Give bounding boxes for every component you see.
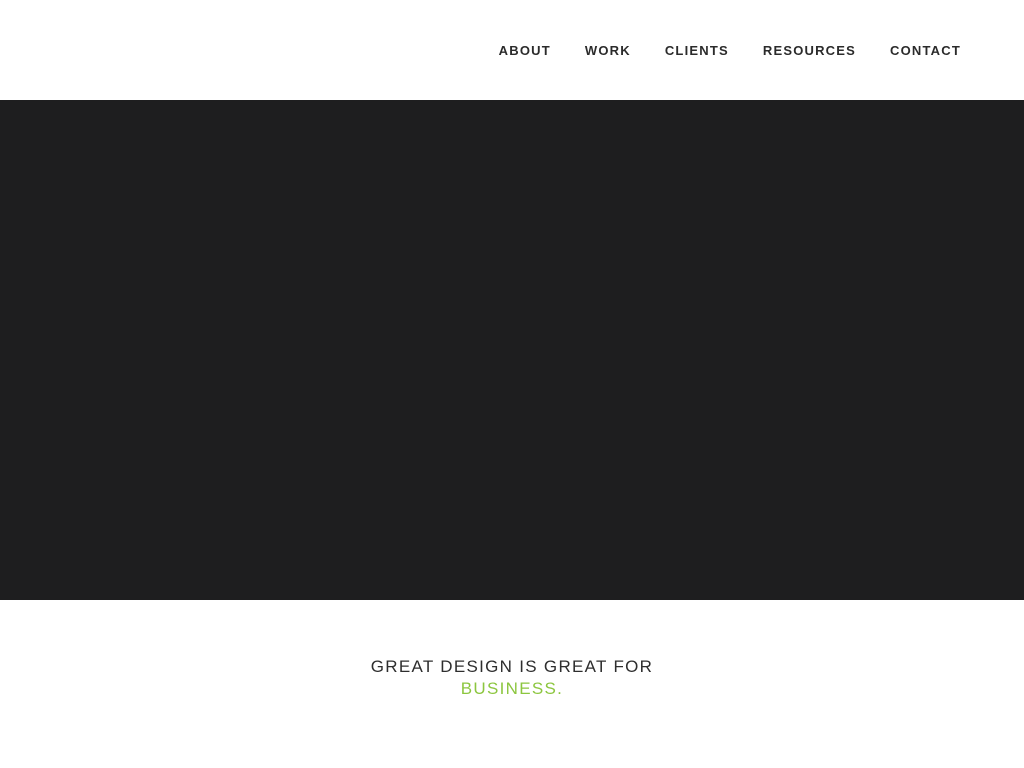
tagline-section: GREAT DESIGN IS GREAT FOR BUSINESS. [0,600,1024,768]
tagline-line-1: GREAT DESIGN IS GREAT FOR [370,657,654,676]
site-header: ABOUT WORK CLIENTS RESOURCES CONTACT [0,0,1024,100]
main-nav: ABOUT WORK CLIENTS RESOURCES CONTACT [499,0,961,100]
nav-item-work[interactable]: WORK [585,43,631,58]
tagline-heading: GREAT DESIGN IS GREAT FOR BUSINESS. [0,656,1024,700]
hero-banner [0,100,1024,600]
tagline-line-2-accent: BUSINESS. [460,679,564,698]
nav-item-resources[interactable]: RESOURCES [763,43,856,58]
nav-item-clients[interactable]: CLIENTS [665,43,729,58]
nav-item-contact[interactable]: CONTACT [890,43,961,58]
nav-item-about[interactable]: ABOUT [499,43,551,58]
